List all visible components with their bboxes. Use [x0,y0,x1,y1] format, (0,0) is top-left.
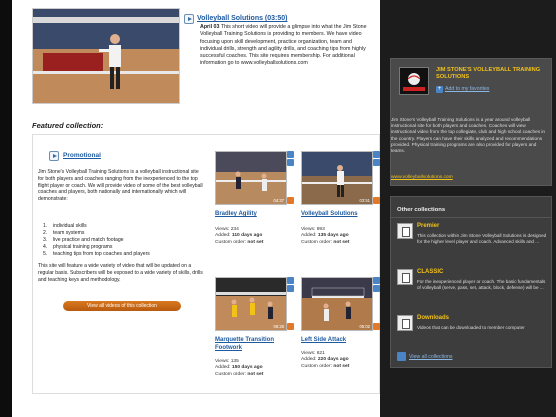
options-icon[interactable] [287,197,294,204]
video-meta: Views: 135 Added: 150 days ago Custom or… [215,359,264,377]
add-icon[interactable] [373,277,380,284]
collection-icon [397,223,413,239]
divider [391,217,551,218]
video-title[interactable]: Left Side Attack [301,337,381,345]
collection-desc: This collection within Jim Stone Volleyb… [417,233,547,244]
view-all-videos-button[interactable]: View all videos of this collection [63,301,181,311]
video-duration: 05:02 [359,324,370,329]
top-video-title[interactable]: Volleyball Solutions (03:50) [197,15,288,22]
video-actions [287,151,294,204]
video-meta: Views: 621 Added: 220 days ago Custom or… [301,351,350,369]
view-all-collections-link[interactable]: View all collections [397,352,452,361]
collection-description-2: This site will feature a wide variety of… [38,263,203,283]
options-icon[interactable] [373,197,380,204]
video-duration: 03:51 [359,198,370,203]
list-item: 2. team systems [43,230,85,236]
video-thumbnail[interactable]: 06:28 [215,277,287,331]
featured-heading: Featured collection: [32,121,104,130]
video-duration: 04:37 [273,198,284,203]
video-thumbnail[interactable]: 03:51 [301,151,373,205]
top-video-description: April 03 This short video will provide a… [200,24,372,68]
top-video-date: April 03 [200,24,220,30]
collection-description: Jim Stone's Volleyball Training Solution… [38,169,203,203]
right-sidebar: JIM STONE'S VOLLEYBALL TRAINING SOLUTION… [380,0,556,417]
play-icon[interactable] [184,13,194,24]
collections-icon [397,352,406,361]
promo-title-row: Promotional [49,147,101,165]
video-title[interactable]: Marquette Transition Footwork [215,337,295,352]
video-thumbnail[interactable]: 04:37 [215,151,287,205]
collection-name[interactable]: CLASSIC [417,269,443,275]
site-info-panel: JIM STONE'S VOLLEYBALL TRAINING SOLUTION… [390,58,552,186]
other-collections-panel: Other collections Premier This collectio… [390,196,552,368]
collection-title[interactable]: Promotional [63,152,101,159]
video-title[interactable]: Volleyball Solutions [301,211,381,219]
collection-icon [397,315,413,331]
video-actions [373,151,380,204]
site-title[interactable]: JIM STONE'S VOLLEYBALL TRAINING SOLUTION… [436,67,548,81]
main-panel: Volleyball Solutions (03:50) April 03 Th… [12,0,380,417]
plus-icon: + [436,86,443,93]
top-video-thumbnail[interactable] [32,8,180,104]
collection-feature-list: 1. individual skills 2. team systems 3. liv… [43,223,203,258]
collection-desc: For the inexperienced player or coach. T… [417,279,546,290]
add-icon[interactable] [373,151,380,158]
add-icon[interactable] [287,151,294,158]
share-icon[interactable] [373,285,380,292]
video-meta: Views: 234 Added: 110 days ago Custom or… [215,227,264,245]
collection-icon [397,269,413,285]
share-icon[interactable] [373,159,380,166]
options-icon[interactable] [373,323,380,330]
top-video-desc-text: This short video will provide a glimpse … [200,24,367,67]
add-to-favorites-link[interactable]: + Add to my favorites [436,86,489,93]
left-gutter [0,0,12,417]
share-icon[interactable] [287,285,294,292]
other-collections-title: Other collections [397,207,446,213]
video-actions [287,277,294,330]
options-icon[interactable] [287,323,294,330]
video-title[interactable]: Bradley Agility [215,211,295,219]
add-icon[interactable] [287,277,294,284]
collection-name[interactable]: Downloads [417,315,449,321]
play-icon[interactable] [49,150,59,161]
video-actions [373,277,380,330]
video-thumbnail[interactable]: 05:02 [301,277,373,331]
site-url-link[interactable]: www.volleyballsolutions.com [391,175,453,180]
featured-collection-box: Promotional Jim Stone's Volleyball Train… [32,134,380,394]
site-description: Jim Stone's Volleyball Training Solution… [391,117,545,154]
share-icon[interactable] [287,159,294,166]
video-duration: 06:28 [273,324,284,329]
list-item: 5. teaching tips from top coaches and pla… [43,251,150,257]
list-item: 1. individual skills [43,223,87,229]
collection-desc: Videos that can be downloaded to member … [417,325,525,330]
site-logo[interactable] [399,67,429,95]
collection-name[interactable]: Premier [417,223,439,229]
list-item: 4. physical training programs [43,244,113,250]
video-meta: Views: 893 Added: 135 days ago Custom or… [301,227,350,245]
list-item: 3. live practice and match footage [43,237,124,243]
